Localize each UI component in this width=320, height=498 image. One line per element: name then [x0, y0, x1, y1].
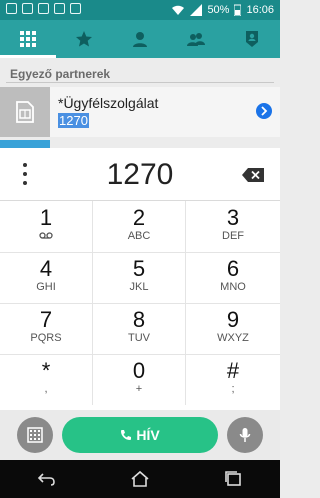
signal-icon	[190, 4, 203, 16]
cast-icon	[54, 3, 65, 14]
tab-bar	[0, 20, 280, 58]
contact-number: 1270	[58, 113, 89, 128]
key-7[interactable]: 7 PQRS	[0, 303, 93, 354]
sim-card-icon	[16, 101, 34, 123]
key-letters: JKL	[129, 281, 149, 293]
key-digit: 6	[226, 256, 240, 281]
profile-shield-icon	[246, 31, 258, 47]
key-digit: #	[226, 358, 240, 383]
key-6[interactable]: 6 MNO	[186, 252, 280, 303]
entered-number[interactable]: 1270	[60, 158, 220, 192]
contact-details-button[interactable]	[256, 103, 272, 119]
battery-icon	[234, 4, 242, 16]
action-bar: HÍV	[0, 410, 280, 460]
notification-icons	[6, 3, 81, 14]
key-digit: 7	[39, 307, 53, 332]
wifi-icon	[172, 5, 185, 15]
dialpad: 1270 1 2 ABC 3 DEF 4 GHI 5 JKL 6 MNO 7 P…	[0, 148, 280, 410]
key-digit: 4	[39, 256, 53, 281]
key-letters: PQRS	[30, 332, 62, 344]
keypad-row: * , 0 + # ;	[0, 354, 280, 405]
key-5[interactable]: 5 JKL	[93, 252, 186, 303]
contact-avatar-partial	[0, 140, 50, 148]
notification-icon	[6, 3, 17, 14]
call-label: HÍV	[136, 427, 160, 443]
overflow-menu-icon[interactable]	[23, 163, 27, 185]
key-digit: 8	[132, 307, 146, 332]
next-contact-row-partial[interactable]	[0, 140, 280, 148]
key-digit: *	[41, 358, 51, 383]
key-digit: 0	[132, 358, 146, 383]
key-letters: ABC	[127, 230, 151, 242]
contact-name: *Ügyfélszolgálat	[58, 95, 159, 111]
key-letters: WXYZ	[217, 332, 249, 344]
battery-percent: 50%	[207, 4, 230, 16]
key-8[interactable]: 8 TUV	[93, 303, 186, 354]
contacts-tab[interactable]	[112, 20, 168, 58]
recents-icon[interactable]	[223, 469, 243, 489]
clock: 16:06	[246, 4, 274, 16]
groups-tab[interactable]	[168, 20, 224, 58]
key-star[interactable]: * ,	[0, 354, 93, 405]
key-digit: 2	[132, 205, 146, 230]
section-title: Egyező partnerek	[10, 67, 111, 81]
email-icon	[38, 3, 49, 14]
voicemail-icon	[0, 230, 92, 242]
star-icon	[76, 31, 92, 47]
microphone-icon	[239, 428, 251, 442]
keypad-row: 1 2 ABC 3 DEF	[0, 201, 280, 253]
profile-tab[interactable]	[224, 20, 280, 58]
grid-icon	[20, 31, 36, 47]
key-9[interactable]: 9 WXYZ	[186, 303, 280, 354]
system-nav-bar	[0, 460, 280, 498]
dialpad-toggle-button[interactable]	[17, 417, 53, 453]
key-1[interactable]: 1	[0, 201, 93, 252]
key-letters: DEF	[222, 230, 244, 242]
number-display: 1270	[0, 148, 280, 201]
key-0[interactable]: 0 +	[93, 354, 186, 405]
phone-icon	[121, 430, 132, 440]
key-letters: TUV	[128, 332, 150, 344]
matched-contact-row[interactable]: *Ügyfélszolgálat 1270	[0, 87, 280, 137]
keypad-icon	[27, 427, 43, 443]
dialpad-tab[interactable]	[0, 20, 56, 58]
key-3[interactable]: 3 DEF	[186, 201, 280, 252]
divider	[6, 82, 274, 83]
keypad: 1 2 ABC 3 DEF 4 GHI 5 JKL 6 MNO 7 PQRS 8…	[0, 201, 280, 407]
key-digit: 1	[39, 205, 53, 230]
gallery-icon	[22, 3, 33, 14]
status-bar: 50% 16:06	[0, 0, 280, 20]
key-digit: 9	[226, 307, 240, 332]
call-button[interactable]: HÍV	[62, 417, 218, 453]
back-icon[interactable]	[37, 469, 57, 489]
favorites-tab[interactable]	[56, 20, 112, 58]
chevron-right-icon	[261, 106, 268, 116]
key-letters: ;	[231, 383, 235, 395]
key-4[interactable]: 4 GHI	[0, 252, 93, 303]
system-status: 50% 16:06	[171, 0, 274, 20]
key-hash[interactable]: # ;	[186, 354, 280, 405]
home-icon[interactable]	[130, 469, 150, 489]
key-letters: ,	[44, 383, 48, 395]
key-2[interactable]: 2 ABC	[93, 201, 186, 252]
key-letters: MNO	[220, 281, 246, 293]
key-letters: GHI	[36, 281, 56, 293]
voice-input-button[interactable]	[227, 417, 263, 453]
person-icon	[133, 32, 147, 47]
keypad-row: 7 PQRS 8 TUV 9 WXYZ	[0, 303, 280, 355]
backspace-icon[interactable]	[242, 168, 264, 182]
sim-icon	[70, 3, 81, 14]
key-digit: 5	[132, 256, 146, 281]
key-letters: +	[135, 383, 143, 395]
key-digit: 3	[226, 205, 240, 230]
group-icon	[187, 33, 205, 46]
contact-avatar	[0, 87, 50, 137]
keypad-row: 4 GHI 5 JKL 6 MNO	[0, 252, 280, 304]
